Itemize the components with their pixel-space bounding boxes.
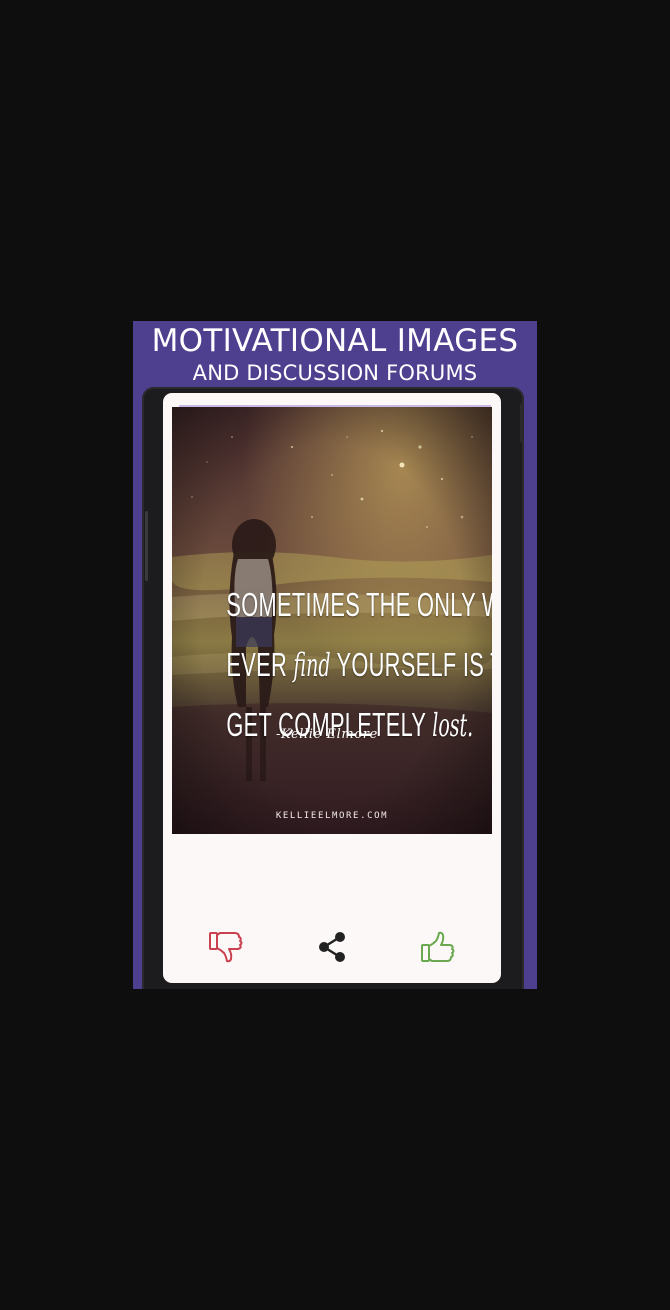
quote-line-2-script: find	[293, 646, 331, 684]
promo-title: MOTIVATIONAL IMAGES	[151, 323, 519, 359]
quote-line-2: EVER find YOURSELF IS TO	[226, 635, 492, 695]
quote-line-3: GET COMPLETELY lost.	[226, 695, 473, 755]
quote-line-2-part-1: EVER	[226, 646, 294, 683]
phone-frame: SOMETIMES THE ONLY WAY TO EVER find YOUR…	[142, 387, 524, 989]
dislike-button[interactable]	[204, 925, 248, 969]
app-screen: SOMETIMES THE ONLY WAY TO EVER find YOUR…	[163, 393, 501, 983]
action-bar	[163, 925, 501, 969]
thumbs-down-icon	[209, 932, 243, 963]
share-button[interactable]	[310, 925, 354, 969]
thumbs-up-icon	[421, 931, 455, 962]
quote-image[interactable]: SOMETIMES THE ONLY WAY TO EVER find YOUR…	[172, 407, 492, 834]
like-button[interactable]	[416, 925, 460, 969]
quote-line-1: SOMETIMES THE ONLY WAY TO	[226, 586, 492, 623]
quote-line-2-part-2: YOURSELF IS TO	[336, 646, 492, 683]
promo-banner: MOTIVATIONAL IMAGES AND DISCUSSION FORUM…	[133, 321, 537, 989]
share-icon	[319, 932, 345, 962]
phone-power-button	[520, 403, 524, 443]
quote-line-3-script: lost.	[432, 706, 474, 744]
quote-attribution: -Kellie Elmore	[276, 727, 378, 742]
promo-subtitle: AND DISCUSSION FORUMS	[192, 361, 478, 385]
site-credit: KELLIEELMORE.COM	[275, 811, 389, 821]
phone-side-button	[145, 511, 148, 581]
